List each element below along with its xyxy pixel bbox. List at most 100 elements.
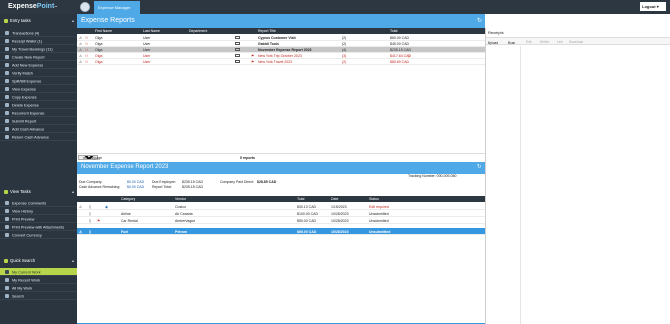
document-icon: ▯ — [89, 211, 91, 216]
sidebar-item-create-report[interactable]: Create New Report — [0, 53, 77, 61]
sidebar-item-print-preview-attachments[interactable]: Print Preview with Attachments — [0, 223, 77, 231]
download-button[interactable]: Download — [569, 40, 583, 44]
view-icon — [4, 189, 8, 194]
report-count: 5 reports — [240, 156, 255, 160]
user-icon: ⚇ — [85, 42, 89, 46]
link-button[interactable]: Link — [557, 40, 563, 44]
tab-expense-manager[interactable]: Expense Manager — [94, 1, 140, 14]
column-total[interactable]: Total — [297, 197, 304, 201]
sidebar-item-delete-expense[interactable]: Delete Expense — [0, 101, 77, 109]
sidebar-item-all-my-work[interactable]: All My Work — [0, 284, 77, 292]
report-row[interactable]: ⚠ ⚇ Olga User ⚑ New York Travel 2023 (2)… — [77, 59, 485, 65]
expense-grid-header: Category Vendor Total Date Status — [77, 196, 485, 202]
print-attach-icon — [5, 225, 9, 229]
column-status[interactable]: Status — [369, 197, 379, 201]
section-entry-tasks[interactable]: Entry tasks ▴ — [0, 16, 77, 25]
app-switcher-icon[interactable] — [80, 2, 90, 12]
list-icon — [5, 286, 9, 290]
cash-advance-value: $0.00 CAD — [127, 185, 145, 189]
reports-grid-header: First Name Last Name Department Report T… — [77, 28, 485, 34]
reports-pager: 50 results/page 5 reports — [77, 153, 485, 161]
results-per-page-label: results/page — [83, 156, 103, 160]
column-department[interactable]: Department — [189, 29, 207, 33]
warning-icon: ⚠ — [79, 60, 83, 64]
column-total[interactable]: Total — [390, 29, 397, 33]
section-quick-search[interactable]: Quick Search ▴ — [0, 256, 77, 265]
user-icon: ⚇ — [85, 36, 89, 40]
delete-button[interactable]: Delete — [540, 40, 549, 44]
sidebar-item-my-recent-work[interactable]: My Recent Work — [0, 276, 77, 284]
edit-button[interactable]: Edit — [526, 40, 532, 44]
warning-icon: ⚠ — [79, 36, 83, 40]
warning-icon: ⚠ — [79, 42, 83, 46]
column-category[interactable]: Category — [121, 197, 135, 201]
sidebar-item-copy-expense[interactable]: Copy Expense — [0, 93, 77, 101]
sidebar-item-receipt-wallet[interactable]: Receipt Wallet (1) — [0, 37, 77, 45]
split-icon — [5, 79, 9, 83]
column-report-title[interactable]: Report Title — [258, 29, 276, 33]
folder-icon — [5, 270, 9, 274]
sidebar-item-search[interactable]: Search — [0, 292, 77, 300]
logout-button[interactable]: Logout ▾ — [640, 2, 666, 11]
user-icon: ⚇ — [85, 60, 89, 64]
chevron-down-icon: ▾ — [656, 4, 659, 9]
credit-card-icon — [235, 60, 240, 63]
tasks-icon — [4, 18, 8, 23]
expensepoint-logo[interactable]: ExpensePoint™ — [8, 3, 57, 10]
warning-icon: ⚠ — [79, 48, 83, 52]
flag-icon: ⚑ — [97, 218, 101, 223]
refresh-icon[interactable]: ↻ — [477, 164, 482, 170]
receipt-viewer — [520, 46, 670, 324]
column-vendor[interactable]: Vendor — [175, 197, 186, 201]
quick-search-icon — [4, 258, 8, 263]
sidebar-item-verify-match[interactable]: Verify Match — [0, 69, 77, 77]
due-company-value: $0.00 CAD — [127, 180, 145, 184]
credit-card-icon — [235, 36, 240, 39]
report-detail-header: November Expense Report 2023 — [77, 162, 485, 174]
user-icon: ⚇ — [85, 48, 89, 52]
sidebar-item-submit-report[interactable]: Submit Report — [0, 117, 77, 125]
report-total-value: $235.15 CAD — [182, 185, 204, 189]
sidebar-item-convert-currency[interactable]: Convert Currency — [0, 231, 77, 239]
column-first-name[interactable]: First Name — [95, 29, 112, 33]
expense-row[interactable]: ⚠ ▯ ◉ Costco $30.13 CAD 1/15/2023 Edit r… — [77, 203, 485, 210]
document-icon: ▯ — [89, 218, 91, 223]
flag-icon: ⚑ — [251, 60, 255, 64]
refresh-icon[interactable]: ↻ — [477, 17, 482, 24]
sidebar-item-expense-comments[interactable]: Expense Comments — [0, 199, 77, 207]
sidebar-item-my-current-work[interactable]: My Current Work — [0, 268, 77, 276]
warning-icon: ⚠ — [79, 229, 83, 234]
section-view-tasks[interactable]: View Tasks ▴ — [0, 187, 77, 196]
expense-reports-header: Expense Reports — [77, 14, 485, 28]
plane-icon — [5, 47, 9, 51]
report-detail-title: November Expense Report 2023 — [81, 164, 169, 170]
expense-row-selected[interactable]: ⚠ ▯ Fuel Petrom $65.00 CAD 10/28/2023 Un… — [77, 228, 485, 235]
due-employee-value: $235.15 CAD — [182, 180, 204, 184]
search-icon — [5, 294, 9, 298]
sidebar-item-transactions[interactable]: Transactions (4) — [0, 29, 77, 37]
sidebar-item-travel-bookings[interactable]: My Travel Bookings (11) — [0, 45, 77, 53]
credit-card-icon — [235, 48, 240, 51]
chevron-up-icon: ▴ — [71, 18, 74, 23]
sidebar-item-split-bill[interactable]: Split/Bill Expense — [0, 77, 77, 85]
company-paid-value: $28.85 CAD — [257, 180, 277, 184]
sidebar-item-view-history[interactable]: View History — [0, 207, 77, 215]
expense-row[interactable]: ▯ Airline Air Canada $100.00 CAD 10/28/2… — [77, 210, 485, 217]
expense-row[interactable]: ▯ ⚑ Car Rental AmberVague $50.00 CAD 10/… — [77, 217, 485, 224]
column-date[interactable]: Date — [331, 197, 338, 201]
receipt-link-icon: ◉ — [105, 204, 109, 209]
sidebar-item-view-expense[interactable]: View Expense — [0, 85, 77, 93]
sidebar-item-print-preview[interactable]: Print Preview — [0, 215, 77, 223]
sidebar-item-add-expense[interactable]: Add New Expense — [0, 61, 77, 69]
column-last-name[interactable]: Last Name — [143, 29, 160, 33]
wallet-icon — [5, 39, 9, 43]
transactions-icon — [5, 31, 9, 35]
receipts-title: Receipts — [488, 30, 504, 35]
sidebar-item-return-cash-advance[interactable]: Return Cash Advance — [0, 133, 77, 141]
page-title: Expense Reports — [81, 17, 135, 24]
top-bar: ExpensePoint™ Expense Manager Logout ▾ — [0, 0, 670, 14]
document-icon: ▯ — [89, 204, 91, 209]
sidebar-item-add-cash-advance[interactable]: Add Cash Advance — [0, 125, 77, 133]
check-icon — [5, 71, 9, 75]
sidebar-item-recurrent-expense[interactable]: Recurrent Expense — [0, 109, 77, 117]
